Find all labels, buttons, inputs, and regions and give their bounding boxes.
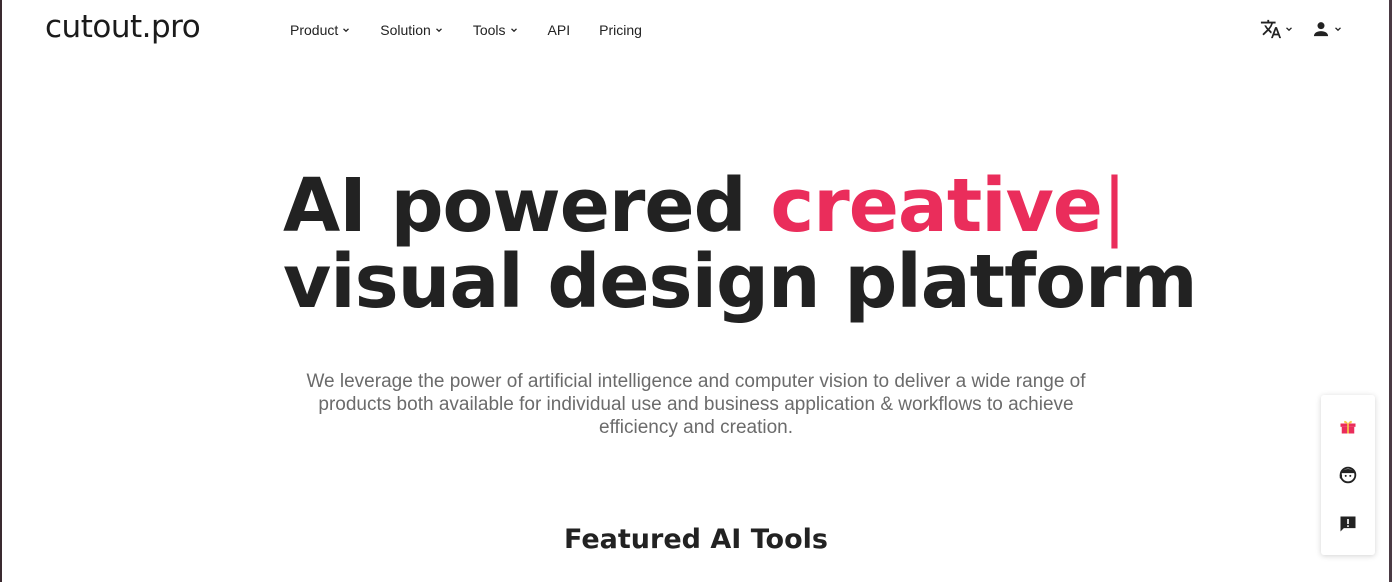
chevron-down-icon bbox=[1335, 27, 1341, 32]
top-header: cutout.pro Product Solution Tools API Pr… bbox=[0, 0, 1392, 62]
nav-tools[interactable]: Tools bbox=[473, 20, 518, 40]
support-button[interactable] bbox=[1333, 460, 1363, 490]
logo[interactable]: cutout.pro bbox=[45, 9, 201, 45]
gift-icon bbox=[1340, 420, 1356, 434]
nav-api[interactable]: API bbox=[548, 20, 571, 40]
nav-tools-label: Tools bbox=[472, 22, 506, 38]
featured-tools-heading: Featured AI Tools bbox=[564, 524, 828, 555]
nav-pricing[interactable]: Pricing bbox=[599, 20, 642, 40]
user-icon bbox=[1313, 22, 1329, 37]
hero-title-accent: creative bbox=[770, 163, 1103, 249]
hero-title-prefix: AI powered bbox=[283, 163, 771, 249]
window-frame-left bbox=[0, 0, 2, 582]
feedback-button[interactable] bbox=[1333, 509, 1363, 539]
support-agent-icon bbox=[1339, 466, 1357, 484]
chevron-down-icon bbox=[435, 28, 442, 33]
hero-title: AI powered creative| visual design platf… bbox=[283, 168, 1233, 320]
hero-subtitle: We leverage the power of artificial inte… bbox=[306, 371, 1086, 438]
nav-api-label: API bbox=[547, 22, 571, 38]
nav-product[interactable]: Product bbox=[290, 20, 350, 40]
gift-button[interactable] bbox=[1333, 411, 1363, 441]
chevron-down-icon bbox=[1286, 27, 1292, 32]
feedback-icon bbox=[1340, 516, 1356, 532]
chevron-down-icon bbox=[343, 28, 350, 33]
chevron-down-icon bbox=[510, 28, 517, 33]
floating-side-widget bbox=[1321, 395, 1375, 555]
translate-icon bbox=[1260, 19, 1282, 39]
nav-solution[interactable]: Solution bbox=[380, 20, 443, 40]
hero-title-line2: visual design platform bbox=[283, 239, 1198, 325]
language-switcher[interactable] bbox=[1260, 18, 1293, 40]
nav-product-label: Product bbox=[290, 22, 339, 38]
nav-solution-label: Solution bbox=[380, 22, 431, 38]
typing-caret: | bbox=[1102, 163, 1127, 249]
account-menu[interactable] bbox=[1311, 19, 1342, 39]
header-actions bbox=[1260, 18, 1342, 40]
main-nav: Product Solution Tools API Pricing bbox=[290, 20, 671, 40]
nav-pricing-label: Pricing bbox=[599, 22, 642, 38]
